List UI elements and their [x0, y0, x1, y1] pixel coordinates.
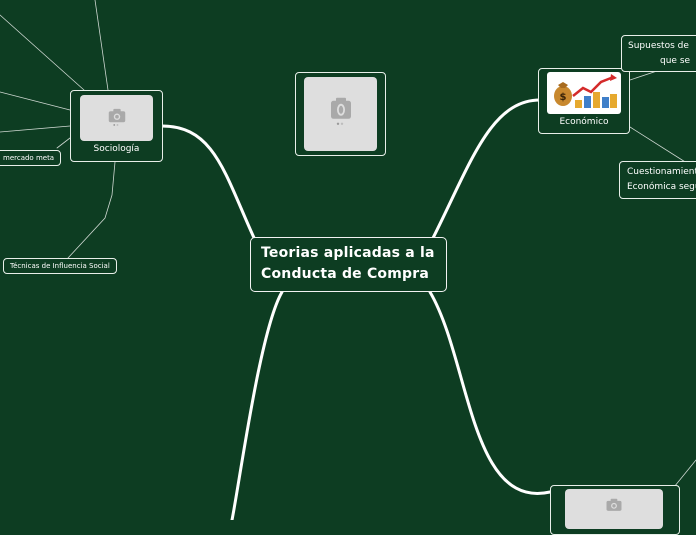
- subtopic-label-line-2: Económica segú: [627, 182, 696, 192]
- branch-node-bottom-right[interactable]: [550, 485, 680, 535]
- branch-node-sociologia[interactable]: Sociología: [70, 90, 163, 162]
- connector-central-economico: [430, 98, 542, 242]
- central-topic[interactable]: Teorias aplicadas a la Conducta de Compr…: [250, 237, 447, 292]
- camera-icon: [108, 108, 125, 126]
- subtopic-tecnicas-influencia[interactable]: Técnicas de Influencia Social: [3, 258, 117, 274]
- connector-soc-tecnicas: [67, 161, 116, 259]
- camera-icon: [330, 97, 351, 125]
- branch-label-economico: Económico: [559, 117, 609, 127]
- floating-image-node[interactable]: [295, 72, 386, 156]
- central-topic-line-2: Conducta de Compra: [261, 266, 430, 282]
- subtopic-label-line-1: Cuestionamiento: [627, 167, 696, 177]
- subtopic-cuestionamiento[interactable]: Cuestionamiento Económica segú: [619, 161, 696, 199]
- connector-central-bottomleft: [230, 290, 284, 520]
- connector-soc-up2: [0, 14, 85, 91]
- subtopic-mercado-meta[interactable]: mercado meta: [0, 150, 62, 166]
- central-topic-line-1: Teorias aplicadas a la: [261, 245, 435, 261]
- branch-label-sociologia: Sociología: [93, 144, 140, 154]
- subtopic-label-line-1: Supuestos de: [628, 41, 689, 51]
- camera-icon: [606, 498, 622, 511]
- svg-text:$: $: [560, 92, 567, 103]
- connector-soc-left2: [0, 125, 71, 133]
- connector-soc-up1: [94, 0, 109, 91]
- image-placeholder: [565, 489, 663, 529]
- connector-central-sociologia: [160, 124, 257, 242]
- economic-illustration: $: [547, 72, 621, 114]
- image-placeholder: [80, 95, 153, 141]
- image-placeholder: [304, 77, 377, 151]
- subtopic-label: Técnicas de Influencia Social: [10, 262, 110, 270]
- connector-soc-left1: [0, 91, 71, 111]
- connector-soc-mercado: [56, 137, 71, 149]
- money-growth-icon: $: [554, 74, 617, 108]
- subtopic-supuestos[interactable]: Supuestos de que se: [621, 35, 696, 72]
- branch-node-economico[interactable]: $ Económico: [538, 68, 630, 134]
- subtopic-label-line-2: que se: [660, 56, 691, 66]
- connector-central-bottomright: [428, 290, 552, 495]
- subtopic-label: mercado meta: [3, 154, 55, 162]
- connector-econ-cuestionamiento: [629, 126, 691, 166]
